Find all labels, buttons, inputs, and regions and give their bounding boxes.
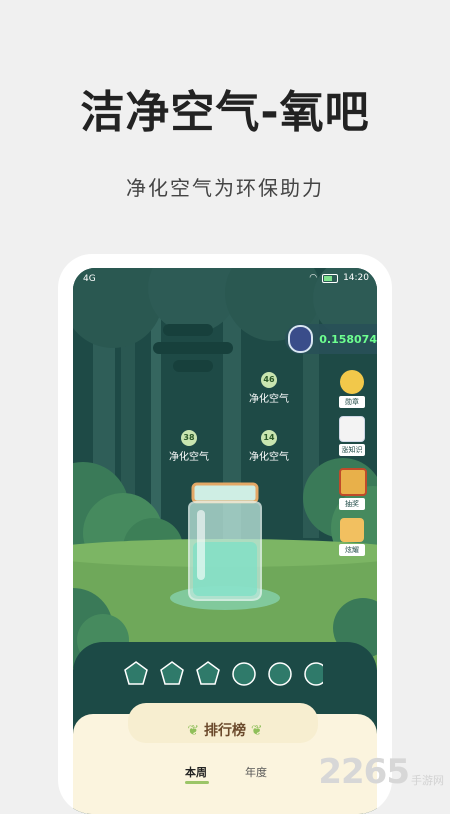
rank-title: ❦ 排行榜 ❦ [187,723,263,739]
signal-indicator: 4G [83,274,96,284]
knowledge-label: 涨知识 [339,444,365,456]
show-off-button[interactable]: 炫耀 [339,518,365,556]
leaf-icon: ❦ [250,723,263,739]
phone-frame: 4G ◠ 14:20 0.158074 46 净化空气 38 净化空气 14 净… [58,254,392,814]
app-screen: 4G ◠ 14:20 0.158074 46 净化空气 38 净化空气 14 净… [73,268,377,814]
show-off-label: 炫耀 [339,544,365,556]
badge-icon [232,662,256,686]
wifi-icon: ◠ [309,273,318,283]
book-icon [339,416,365,442]
badge-icon [268,662,292,686]
battery-icon [322,273,339,283]
oxygen-bubble[interactable]: 46 净化空气 [249,372,289,405]
share-icon [340,518,364,542]
jar-illustration [188,482,262,601]
bubble-label: 净化空气 [249,394,289,405]
bubble-count: 38 [181,430,197,446]
badge-icon [304,662,323,686]
medal-button[interactable]: 勋章 [339,370,365,408]
avatar[interactable] [288,325,314,353]
tab-this-week[interactable]: 本周 [185,764,207,780]
player-info[interactable]: 0.158074 [285,324,377,354]
medal-label: 勋章 [339,396,365,408]
oxygen-bubble[interactable]: 38 净化空气 [169,430,209,463]
watermark-text: 手游网 [411,774,444,787]
lottery-button[interactable]: 抽奖 [339,468,367,510]
tab-year[interactable]: 年度 [245,764,267,780]
badge-icon [160,661,184,685]
subline: 净化空气为环保助力 [126,176,324,200]
status-time: 14:20 [343,273,369,283]
badge-row [124,661,323,686]
watermark-number: 2265 [318,752,410,792]
lottery-label: 抽奖 [339,498,365,510]
headline: 洁净空气-氧吧 [80,87,370,138]
bubble-count: 46 [261,372,277,388]
bubble-count: 14 [261,430,277,446]
site-watermark: 2265 手游网 [318,752,444,792]
oxygen-bubble[interactable]: 14 净化空气 [249,430,289,463]
lottery-icon [339,468,367,496]
bubble-label: 净化空气 [249,452,289,463]
badge-icon [196,661,220,685]
knowledge-button[interactable]: 涨知识 [339,416,365,456]
active-tab-indicator [185,781,209,784]
status-bar: 4G ◠ 14:20 [73,268,377,290]
badge-icon [124,661,148,685]
bubble-label: 净化空气 [169,452,209,463]
medal-icon [340,370,364,394]
oxygen-score: 0.158074 [319,332,377,346]
leaf-icon: ❦ [187,723,200,739]
